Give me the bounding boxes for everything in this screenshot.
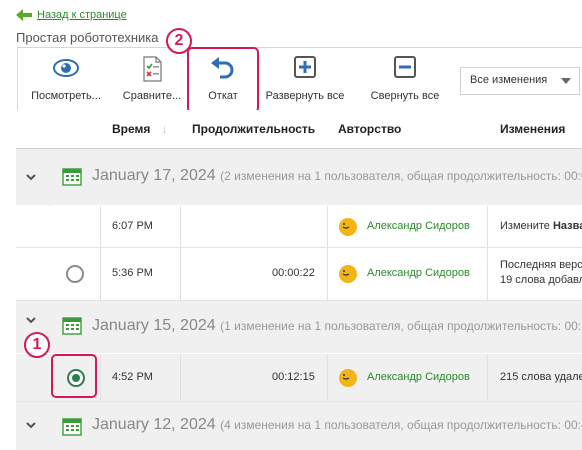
row-duration: 00:00:22 (272, 267, 315, 279)
arrow-left-icon (16, 9, 32, 21)
column-divider (327, 206, 328, 247)
column-divider (100, 206, 101, 247)
group-date-line: January 12, 2024 (4 изменения на 1 польз… (92, 416, 582, 434)
filter-selected-value: Все изменения (470, 74, 548, 86)
group-date-line: January 17, 2024 (2 изменения на 1 польз… (92, 167, 582, 185)
table-row-selected[interactable]: 4:52 PM 00:12:15 Александр Сидоров 215 с… (16, 354, 582, 402)
chevron-down-icon[interactable] (26, 315, 36, 325)
header-time[interactable]: Время ↓ (112, 110, 168, 148)
back-link-label: Назад к странице (37, 9, 127, 21)
calendar-icon (62, 418, 82, 436)
header-author[interactable]: Авторство (338, 110, 401, 148)
date-group-header[interactable]: January 17, 2024 (2 изменения на 1 польз… (16, 149, 582, 205)
callout-number-2: 2 (174, 32, 184, 49)
date-group-header[interactable]: January 12, 2024 (4 изменения на 1 польз… (16, 402, 582, 450)
page-title: Простая робототехника (16, 30, 159, 45)
table-header: Время ↓ Продолжительность Авторство Изме… (16, 110, 582, 149)
column-divider (180, 354, 181, 401)
header-changes[interactable]: Изменения (500, 110, 565, 148)
row-change-description: Измените Название (500, 220, 582, 232)
group-date-line: January 15, 2024 (1 изменение на 1 польз… (92, 317, 582, 335)
changes-filter-dropdown[interactable]: Все изменения (460, 67, 580, 95)
group-date: January 15, 2024 (92, 317, 216, 334)
view-button-label: Посмотреть... (31, 90, 101, 102)
row-author-link[interactable]: Александр Сидоров (367, 371, 470, 383)
date-group-header[interactable]: January 15, 2024 (1 изменение на 1 польз… (16, 301, 582, 353)
callout-number-1: 1 (32, 336, 42, 353)
group-summary: (4 изменения на 1 пользователя, общая пр… (220, 418, 582, 432)
column-divider (487, 248, 488, 300)
row-time: 6:07 PM (112, 220, 153, 232)
sort-arrow-icon: ↓ (161, 122, 168, 136)
user-avatar-icon (339, 265, 357, 283)
column-divider (100, 354, 101, 401)
chevron-down-icon (561, 78, 571, 84)
compare-button[interactable]: Сравните... (114, 48, 190, 110)
row-duration: 00:12:15 (272, 371, 315, 383)
eye-icon (53, 59, 79, 77)
version-radio[interactable] (66, 265, 84, 283)
chevron-down-icon[interactable] (26, 420, 36, 430)
collapse-all-button[interactable]: Свернуть все (354, 48, 456, 110)
column-divider (487, 354, 488, 401)
revert-highlight-frame (187, 47, 259, 113)
column-divider (327, 248, 328, 300)
expand-all-button[interactable]: Развернуть все (256, 48, 354, 110)
header-time-label: Время (112, 122, 151, 136)
plus-square-icon (294, 56, 316, 78)
row-author-link[interactable]: Александр Сидоров (367, 220, 470, 232)
callout-badge-2: 2 (166, 28, 192, 54)
column-divider (487, 206, 488, 247)
compare-button-label: Сравните... (122, 90, 182, 102)
group-date: January 17, 2024 (92, 167, 216, 184)
change-prefix: Измените (500, 220, 553, 232)
row-time: 5:36 PM (112, 267, 153, 279)
chevron-down-icon[interactable] (26, 172, 36, 182)
group-summary: (2 изменения на 1 пользователя, общая пр… (220, 169, 582, 183)
view-button[interactable]: Посмотреть... (18, 48, 114, 110)
radio-highlight-frame (51, 354, 97, 398)
back-to-page-link[interactable]: Назад к странице (16, 6, 127, 24)
column-divider (100, 248, 101, 300)
expand-all-label: Развернуть все (265, 90, 345, 102)
row-change-description: 215 слова удалено (500, 371, 582, 383)
header-duration[interactable]: Продолжительность (192, 110, 315, 148)
collapse-all-label: Свернуть все (370, 90, 440, 102)
table-row[interactable]: 5:36 PM 00:00:22 Александр Сидоров После… (16, 248, 582, 301)
calendar-icon (62, 168, 82, 186)
row-time: 4:52 PM (112, 371, 153, 383)
user-avatar-icon (339, 369, 357, 387)
compare-document-icon (143, 56, 162, 82)
column-divider (180, 206, 181, 247)
row-change-description: Последняя версия (500, 259, 582, 271)
user-avatar-icon (339, 218, 357, 236)
callout-badge-1: 1 (24, 332, 50, 358)
row-author-link[interactable]: Александр Сидоров (367, 267, 470, 279)
group-summary: (1 изменение на 1 пользователя, общая пр… (220, 319, 582, 333)
table-row[interactable]: 6:07 PM Александр Сидоров Измените Назва… (16, 206, 582, 248)
calendar-icon (62, 317, 82, 335)
history-table: Время ↓ Продолжительность Авторство Изме… (16, 110, 582, 450)
row-change-description-line2: 19 слова добавлено (500, 274, 582, 286)
column-divider (180, 248, 181, 300)
column-divider (327, 354, 328, 401)
change-bold-term: Название (552, 220, 582, 232)
minus-square-icon (394, 56, 416, 78)
group-date: January 12, 2024 (92, 416, 216, 433)
